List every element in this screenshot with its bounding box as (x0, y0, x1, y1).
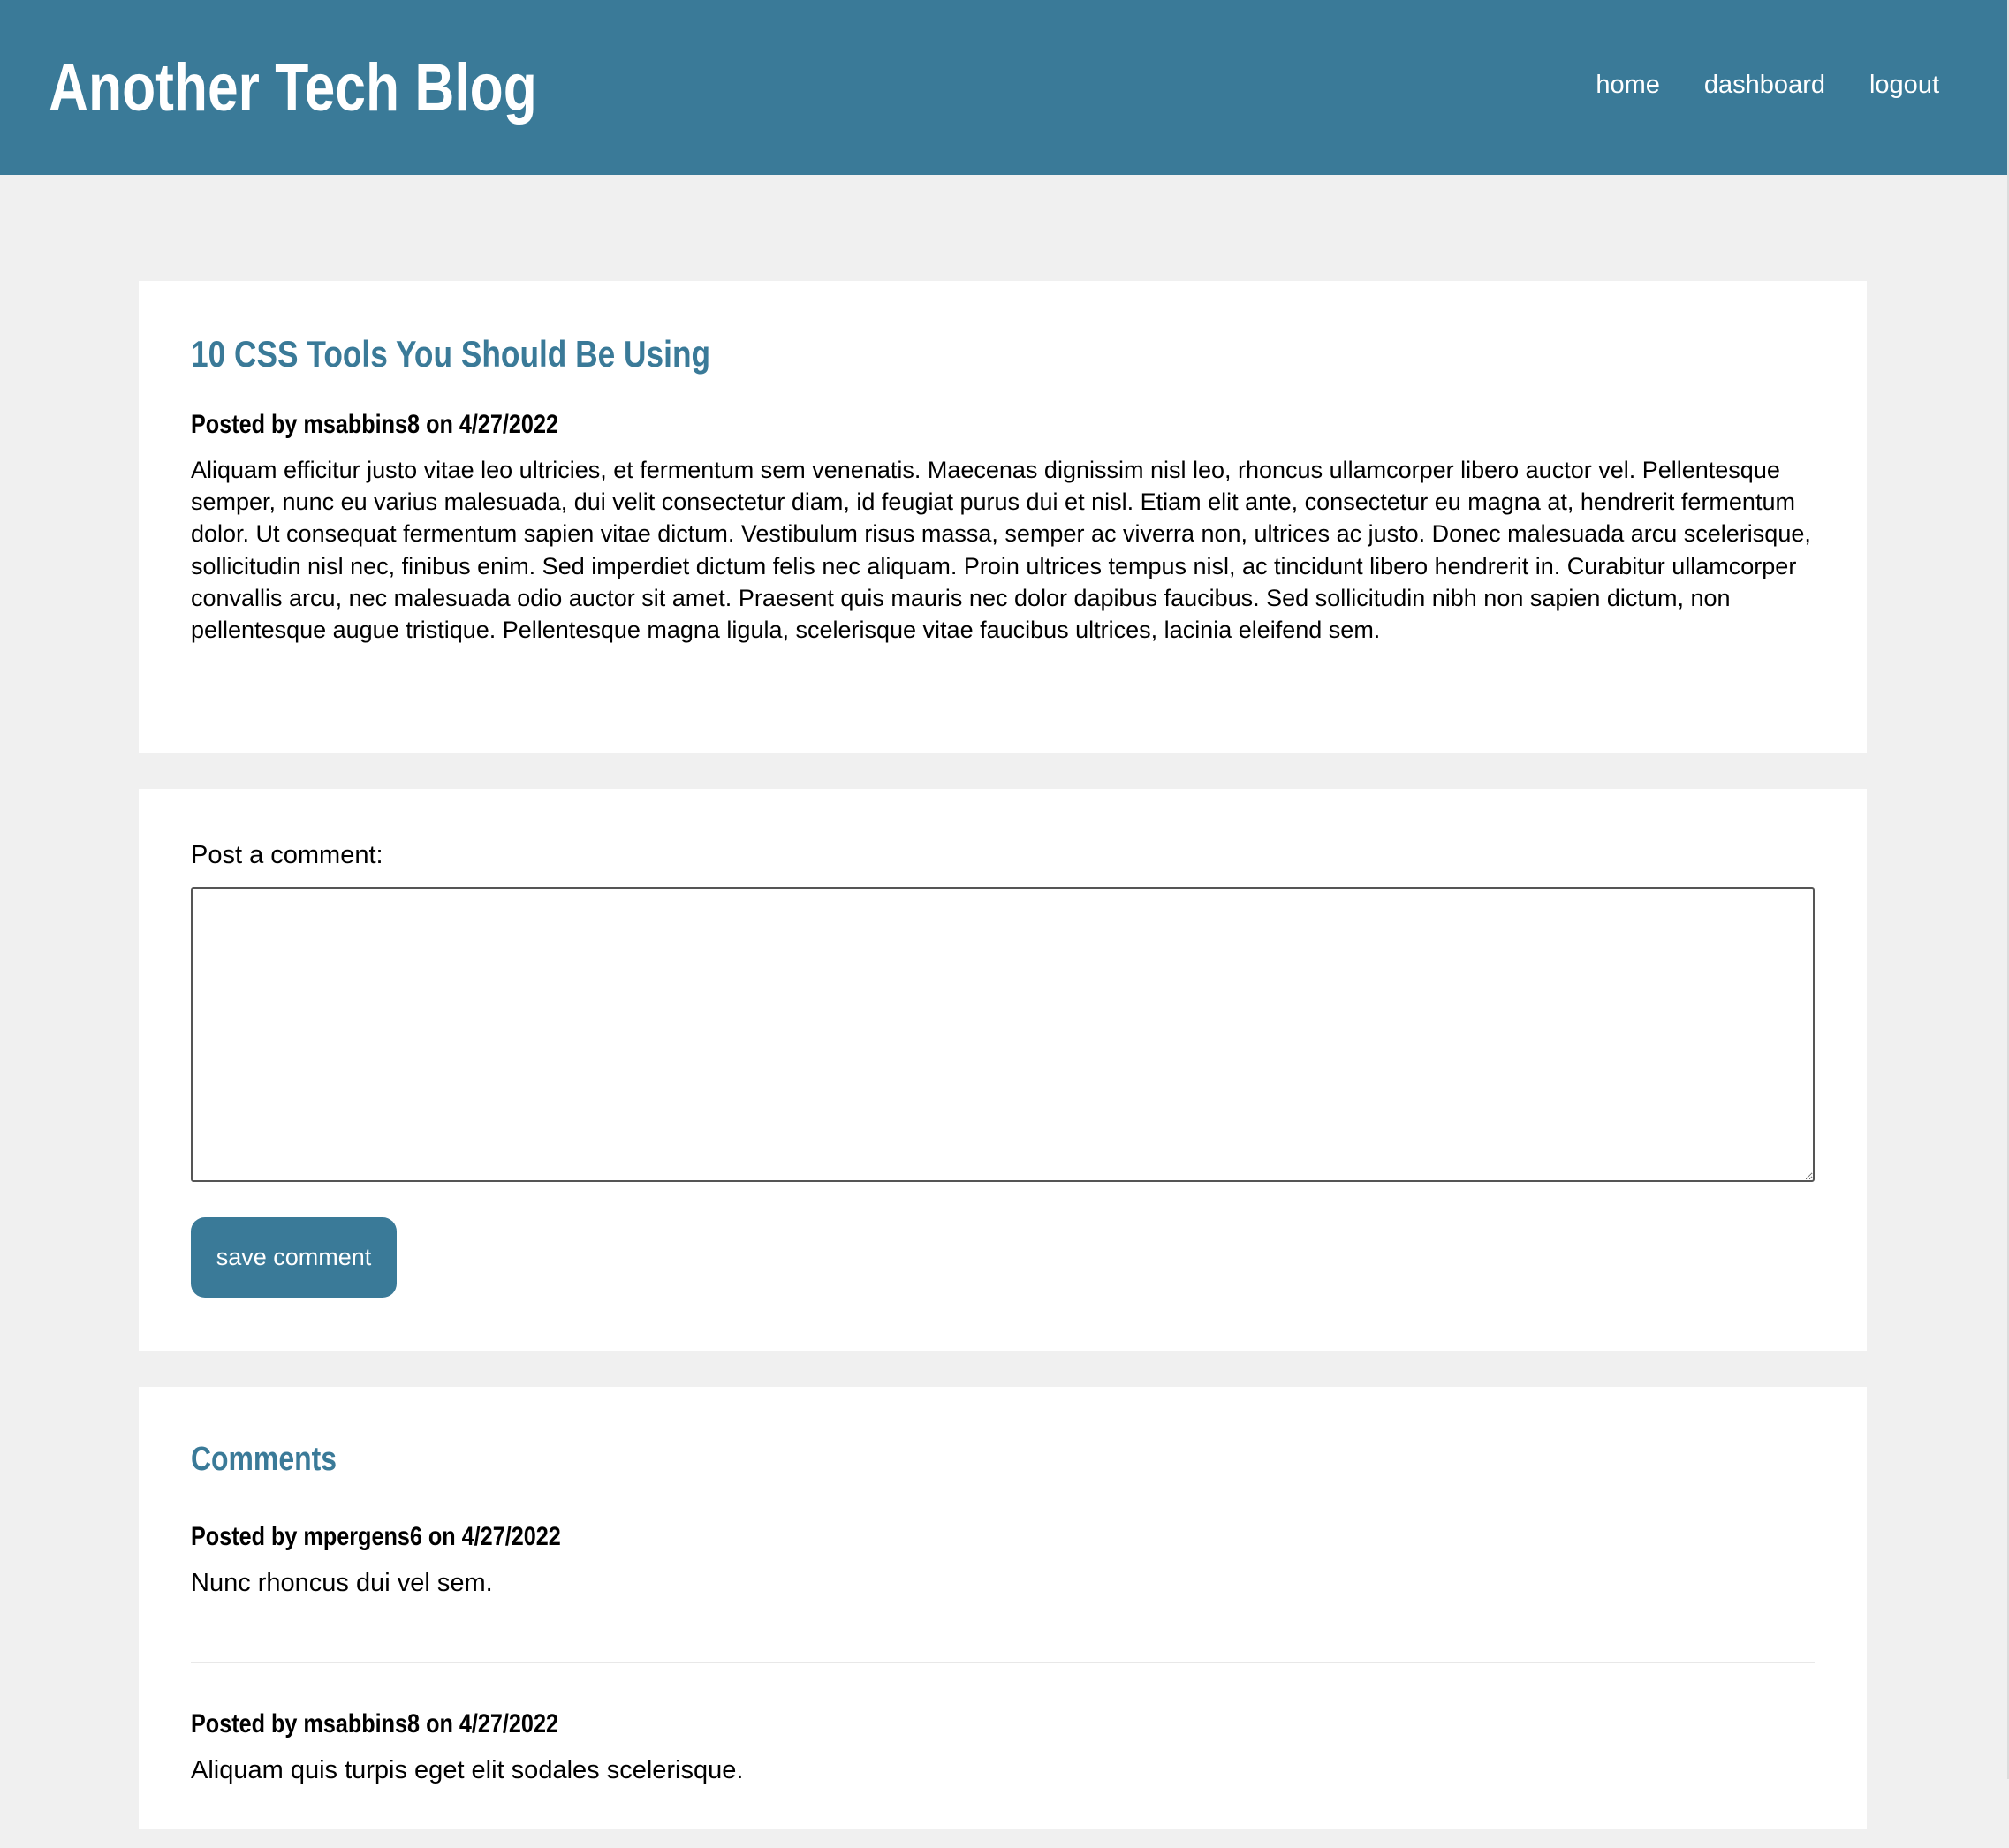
comment-text: Nunc rhoncus dui vel sem. (191, 1569, 493, 1597)
comment-item: Posted by msabbins8 on 4/27/2022 Aliquam… (139, 1707, 1867, 1848)
post-meta: Posted by msabbins8 on 4/27/2022 (191, 410, 558, 439)
comment-meta: Posted by mpergens6 on 4/27/2022 (191, 1522, 561, 1551)
nav-link-home[interactable]: home (1596, 65, 1660, 104)
comment-textarea[interactable] (191, 887, 1815, 1182)
comments-card: Comments Posted by mpergens6 on 4/27/202… (139, 1387, 1867, 1829)
comments-title: Comments (191, 1441, 337, 1478)
site-title: Another Tech Blog (49, 50, 537, 125)
post-title: 10 CSS Tools You Should Be Using (191, 333, 711, 375)
site-header: Another Tech Blog home dashboard logout (0, 0, 2009, 175)
post-body: Aliquam efficitur justo vitae leo ultric… (191, 457, 1811, 644)
comment-divider (191, 1662, 1815, 1663)
main-nav: home dashboard logout (1596, 65, 1939, 104)
nav-link-dashboard[interactable]: dashboard (1704, 65, 1825, 104)
save-comment-button[interactable]: save comment (191, 1217, 397, 1298)
comment-item: Posted by mpergens6 on 4/27/2022 Nunc rh… (139, 1519, 1867, 1661)
nav-link-logout[interactable]: logout (1869, 65, 1939, 104)
comment-text: Aliquam quis turpis eget elit sodales sc… (191, 1756, 744, 1784)
comment-form-card: Post a comment: save comment (139, 789, 1867, 1351)
post-card: 10 CSS Tools You Should Be Using Posted … (139, 281, 1867, 753)
comment-label: Post a comment: (191, 841, 383, 869)
comment-meta: Posted by msabbins8 on 4/27/2022 (191, 1709, 558, 1738)
